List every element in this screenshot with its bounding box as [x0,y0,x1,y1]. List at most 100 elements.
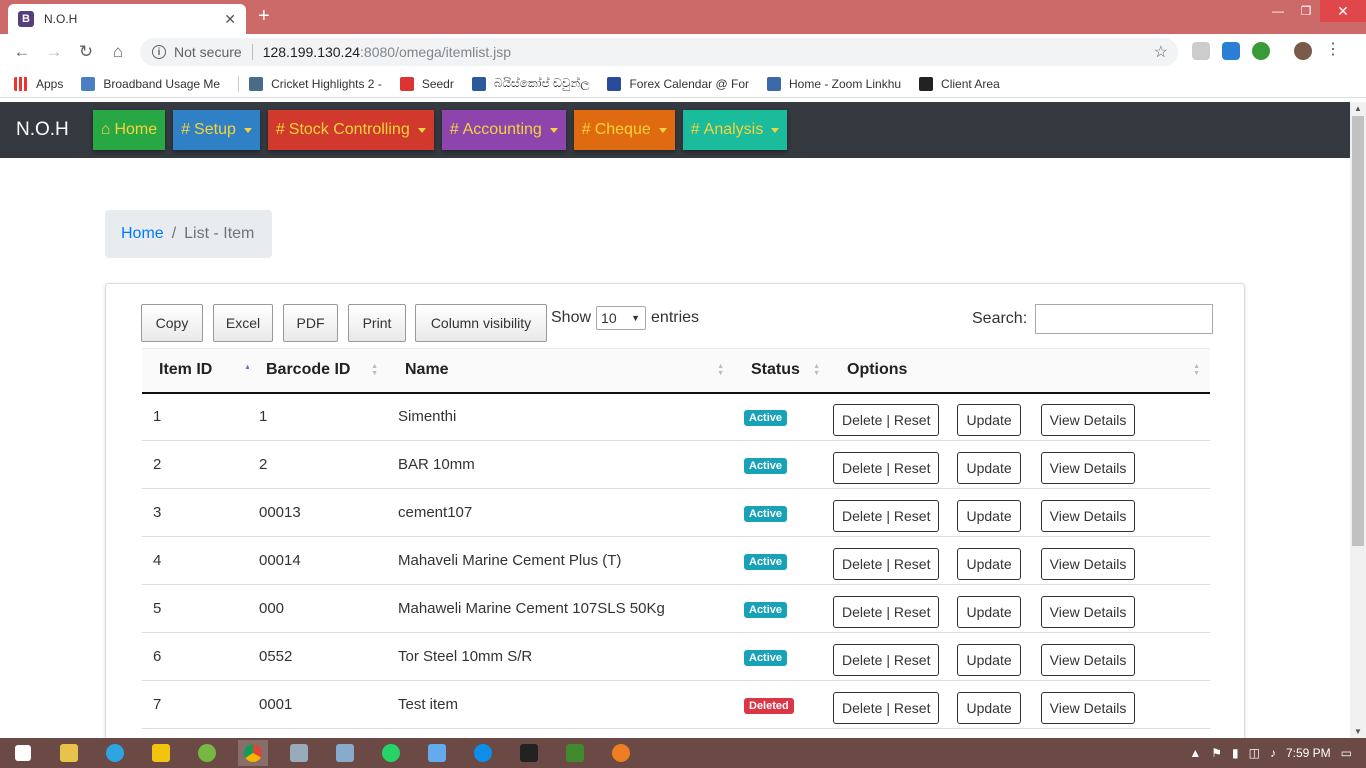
chart-app-icon[interactable] [606,740,636,766]
file-explorer-icon[interactable] [54,740,84,766]
bookmark-apps[interactable]: Apps [14,76,63,91]
cube-app-icon[interactable] [330,740,360,766]
view-details-button[interactable]: View Details [1040,403,1136,436]
view-details-button[interactable]: View Details [1040,691,1136,724]
view-details-button[interactable]: View Details [1040,451,1136,484]
column-visibility-button[interactable]: Column visibility [415,304,547,342]
bookmark-forex[interactable]: Forex Calendar @ For [607,76,749,91]
view-details-button[interactable]: View Details [1040,499,1136,532]
scrollbar-thumb[interactable] [1352,116,1364,546]
bookmark-seedr[interactable]: Seedr [399,76,454,91]
delete-reset-button[interactable]: Delete | Reset [833,691,940,724]
column-header-barcode-id[interactable]: Barcode ID ▲ ▼ [249,348,388,394]
view-details-button[interactable]: View Details [1040,643,1136,676]
notifications-icon[interactable]: ▭ [1341,746,1352,760]
bookmark-zoom[interactable]: Home - Zoom Linkhu [767,76,901,91]
update-button[interactable]: Update [957,547,1021,580]
nav-home[interactable]: ⌂ Home [92,110,166,150]
volume-icon[interactable]: ♪ [1270,746,1276,760]
delete-reset-button[interactable]: Delete | Reset [833,643,940,676]
network-icon[interactable]: ◫ [1249,746,1260,760]
dreamweaver-icon[interactable] [560,740,590,766]
delete-reset-button[interactable]: Delete | Reset [833,403,940,436]
search-input[interactable] [1035,304,1214,334]
print-button[interactable]: Print [348,304,406,342]
more-menu-icon[interactable]: ⋮ [1324,42,1342,60]
scroll-down-icon[interactable]: ▼ [1354,727,1362,736]
update-button[interactable]: Update [957,499,1021,532]
restore-icon[interactable]: ❐ [1292,0,1320,22]
browser-tab[interactable]: B N.O.H ✕ [8,4,246,34]
update-button[interactable]: Update [957,403,1021,436]
status-badge: Active [744,601,788,618]
excel-button[interactable]: Excel [213,304,273,342]
column-header-name[interactable]: Name ▲ ▼ [388,348,734,394]
extension-hexagon-icon[interactable] [1192,42,1210,60]
home-browser-icon[interactable]: ⌂ [102,42,134,62]
back-icon[interactable]: ← [6,42,38,62]
delete-reset-button[interactable]: Delete | Reset [833,595,940,628]
forward-icon[interactable]: → [38,42,70,62]
update-button[interactable]: Update [957,595,1021,628]
whatsapp-icon[interactable] [376,740,406,766]
bookmark-star-icon[interactable]: ☆ [1154,42,1168,62]
cell-options: Delete | Reset Update View Details [830,680,1210,729]
delete-reset-button[interactable]: Delete | Reset [833,451,940,484]
delete-reset-button[interactable]: Delete | Reset [833,499,940,532]
column-header-status[interactable]: Status ▲ ▼ [734,348,830,394]
nav-cheque[interactable]: # Cheque [573,110,675,150]
app-navbar: N.O.H ⌂ Home # Setup # Stock Controlling… [0,102,1350,158]
telegram-icon[interactable] [100,740,130,766]
app-brand[interactable]: N.O.H [16,119,69,141]
battery-icon[interactable]: ▮ [1232,746,1239,760]
extension-sync-icon[interactable] [1222,42,1240,60]
entries-select[interactable]: 10 ▼ [596,306,647,330]
chrome-icon[interactable] [238,740,268,766]
column-header-options[interactable]: Options ▲ ▼ [830,348,1210,394]
bookmark-cricket[interactable]: Cricket Highlights 2 - [249,76,382,91]
minimize-icon[interactable]: — [1264,0,1292,22]
clock-time[interactable]: 7:59 PM [1286,746,1331,760]
view-details-button[interactable]: View Details [1040,595,1136,628]
start-icon[interactable] [8,740,38,766]
browser-toolbar: ← → ↻ ⌂ i Not secure 128.199.130.24 :808… [0,34,1366,70]
cell-status: Deleted [734,680,830,729]
scroll-up-icon[interactable]: ▲ [1354,104,1362,113]
update-button[interactable]: Update [957,451,1021,484]
extension-globe-icon[interactable] [1252,42,1270,60]
address-bar[interactable]: i Not secure 128.199.130.24 :8080/omega/… [140,38,1178,66]
delete-reset-button[interactable]: Delete | Reset [833,547,940,580]
virtualbox-icon[interactable] [284,740,314,766]
profile-avatar[interactable] [1294,42,1312,60]
update-button[interactable]: Update [957,691,1021,724]
search-label: Search: [972,310,1028,327]
info-icon[interactable]: i [152,45,166,59]
new-tab-button[interactable]: + [258,5,270,28]
nav-accounting[interactable]: # Accounting [441,110,566,150]
utorrent-icon[interactable] [192,740,222,766]
close-window-icon[interactable]: ✕ [1320,0,1366,22]
bookmark-client-area[interactable]: Client Area [919,76,1000,91]
nav-setup[interactable]: # Setup [173,110,260,150]
bookmark-broadband[interactable]: Broadband Usage Me [81,76,220,91]
close-tab-icon[interactable]: ✕ [224,11,236,28]
cell-name: BAR 10mm [388,440,734,489]
column-header-item-id[interactable]: Item ID ▲ [142,348,251,394]
lightning-app-icon[interactable] [422,740,452,766]
pdf-button[interactable]: PDF [283,304,338,342]
update-button[interactable]: Update [957,643,1021,676]
media-player-icon[interactable] [146,740,176,766]
nav-stock-controlling[interactable]: # Stock Controlling [267,110,434,150]
breadcrumb-home-link[interactable]: Home [121,225,164,243]
hash-icon: # [690,121,700,138]
monitor-app-icon[interactable] [514,740,544,766]
nav-analysis[interactable]: # Analysis [682,110,788,150]
view-details-button[interactable]: View Details [1040,547,1136,580]
reload-icon[interactable]: ↻ [70,42,102,62]
tray-up-arrow-icon[interactable]: ▲ [1189,746,1201,760]
teamviewer-icon[interactable] [468,740,498,766]
bookmark-bioscope[interactable]: බයිස්කෝප් ඩවුන්ල [471,76,589,91]
tray-flag-icon[interactable]: ⚑ [1211,746,1222,760]
copy-button[interactable]: Copy [141,304,203,342]
page-scrollbar[interactable]: ▲ ▼ [1350,102,1366,738]
